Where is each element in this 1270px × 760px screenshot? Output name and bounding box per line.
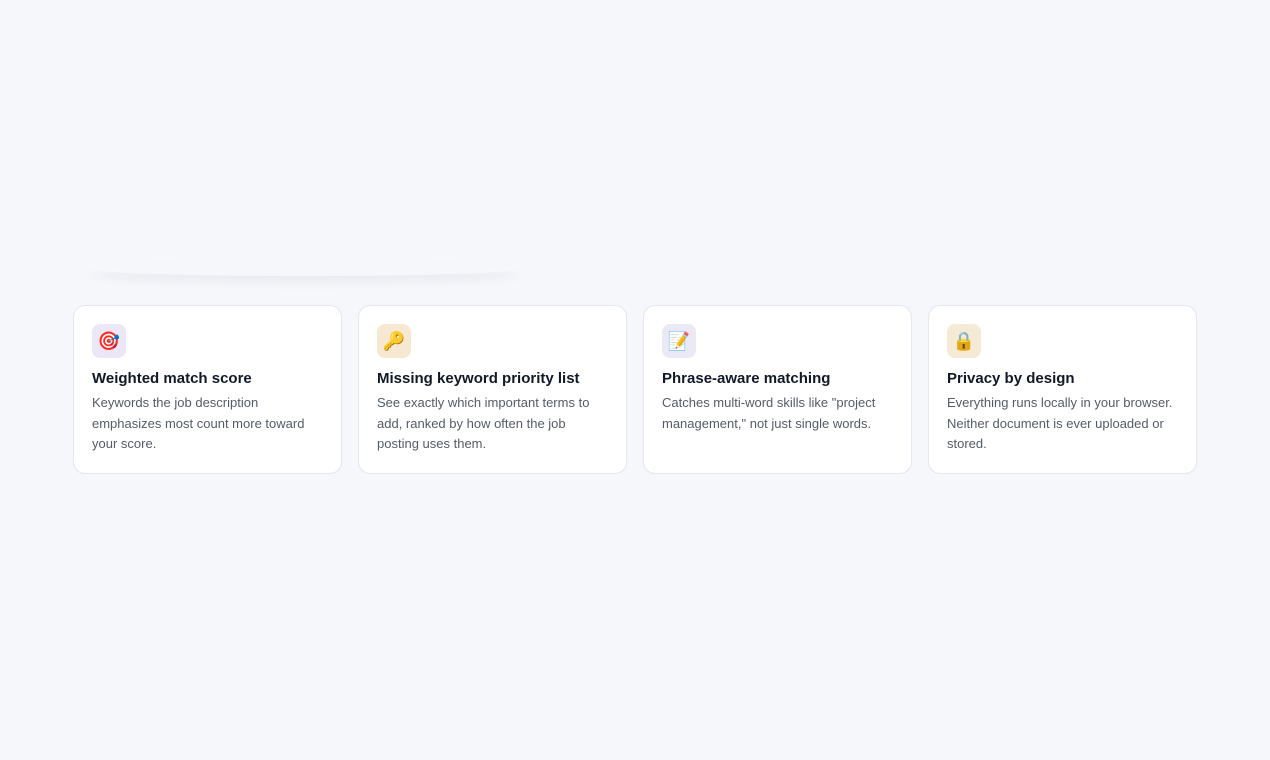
- feature-title: Weighted match score: [92, 370, 252, 387]
- feature-card-missing-keyword-priority-list: 🔑 Missing keyword priority list See exac…: [358, 305, 627, 474]
- feature-title: Phrase-aware matching: [662, 370, 831, 387]
- feature-description: Everything runs locally in your browser.…: [947, 395, 1173, 451]
- decorative-shadow: [90, 262, 520, 276]
- feature-title: Privacy by design: [947, 370, 1075, 387]
- feature-description: Keywords the job description emphasizes …: [92, 395, 305, 451]
- feature-card-phrase-aware-matching: 📝 Phrase-aware matching Catches multi-wo…: [643, 305, 912, 474]
- feature-description: See exactly which important terms to add…: [377, 395, 590, 451]
- target-icon: 🎯: [92, 324, 126, 358]
- feature-card-weighted-match-score: 🎯 Weighted match score Keywords the job …: [73, 305, 342, 474]
- memo-icon: 📝: [662, 324, 696, 358]
- feature-title: Missing keyword priority list: [377, 370, 580, 387]
- lock-icon: 🔒: [947, 324, 981, 358]
- key-icon: 🔑: [377, 324, 411, 358]
- feature-cards-grid: 🎯 Weighted match score Keywords the job …: [73, 305, 1197, 474]
- feature-description: Catches multi-word skills like "project …: [662, 395, 876, 431]
- feature-card-privacy-by-design: 🔒 Privacy by design Everything runs loca…: [928, 305, 1197, 474]
